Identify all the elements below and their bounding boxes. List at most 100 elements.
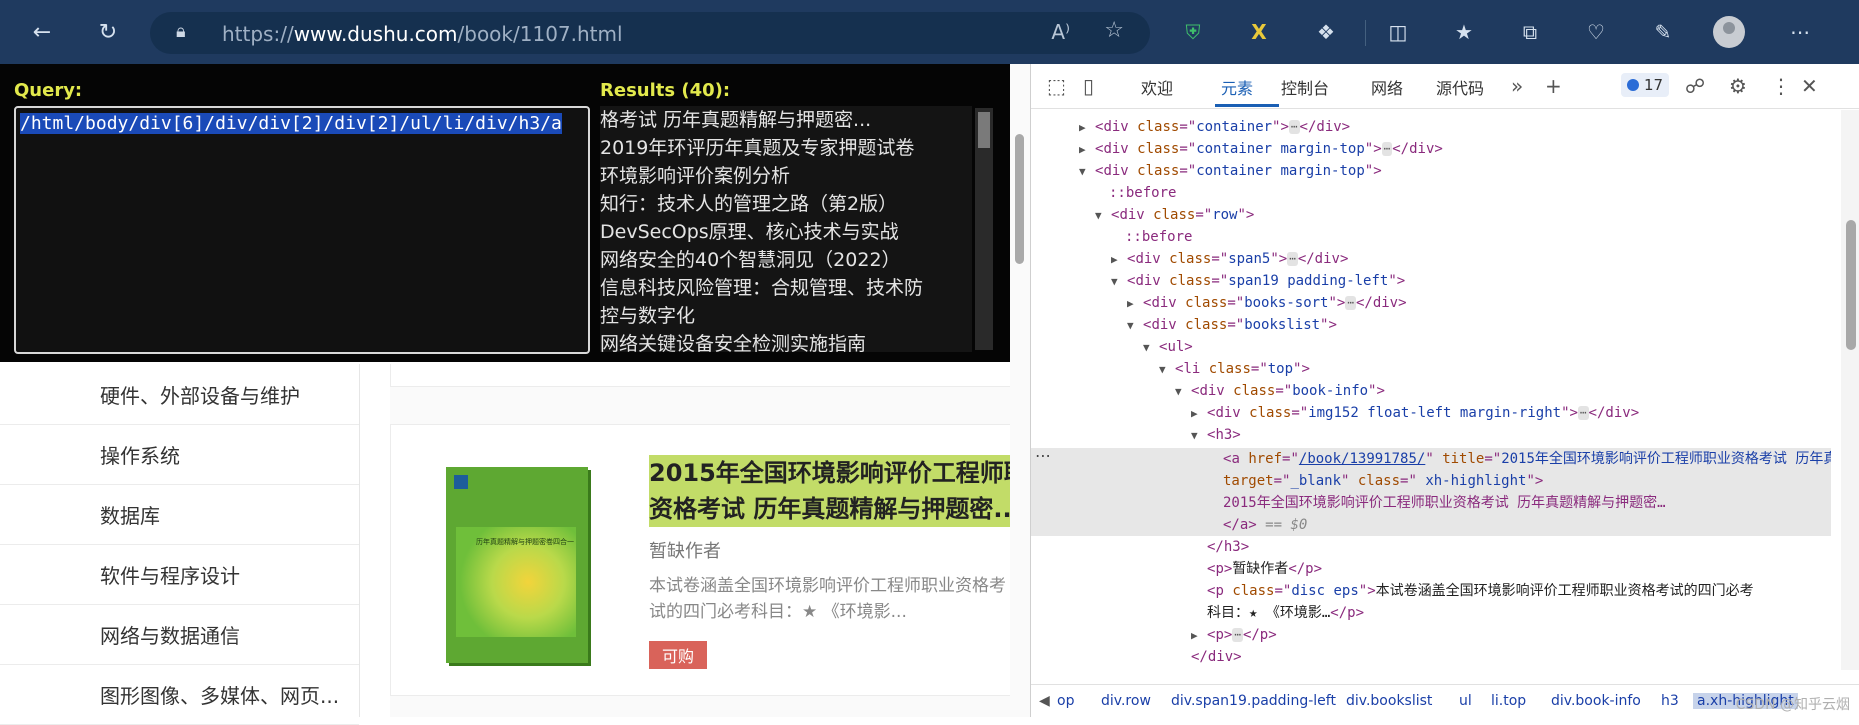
dom-node[interactable]: ▶ <div class="span5"> ⋯ </div>	[1031, 248, 1831, 270]
back-arrow-icon[interactable]: ←	[24, 14, 60, 50]
previous-card	[390, 364, 1012, 387]
address-bar[interactable]: 🔒︎ https://www.dushu.com/book/1107.html …	[150, 12, 1150, 54]
favorite-star-icon[interactable]: ☆	[1104, 18, 1124, 43]
health-icon[interactable]: ♡	[1578, 14, 1614, 50]
breadcrumb-item[interactable]: ul	[1459, 693, 1472, 709]
results-scrollbar[interactable]	[975, 108, 993, 350]
book-description: 本试卷涵盖全国环境影响评价工程师职业资格考试的四门必考科目：★ 《环境影...	[649, 576, 1006, 622]
inspect-element-icon[interactable]: ⬚	[1047, 74, 1066, 98]
tab-elements[interactable]: 元素	[1221, 75, 1253, 99]
book-cover-image[interactable]: 历年真题精解与押题密卷四合一	[446, 467, 588, 663]
sidebar-item-os[interactable]: 操作系统	[0, 424, 359, 485]
sidebar-item-graphics[interactable]: 图形图像、多媒体、网页...	[0, 664, 359, 725]
dom-node[interactable]: ▶ <div class="container"> ⋯ </div>	[1031, 116, 1831, 138]
selected-node-attrs[interactable]: target="_blank" class=" xh-highlight">	[1031, 470, 1831, 492]
dom-node[interactable]: ▼ <div class="container margin-top">	[1031, 160, 1831, 182]
dom-node[interactable]: ▼ <div class="book-info">	[1031, 380, 1831, 402]
xpath-helper-panel: Query: Results (40): /html/body/div[6]/d…	[0, 64, 1010, 362]
tab-console[interactable]: 控制台	[1281, 75, 1329, 99]
buy-badge[interactable]: 可购	[649, 641, 707, 669]
favorites-icon[interactable]: ★	[1446, 14, 1482, 50]
selected-node-close[interactable]: </a> == $0	[1031, 514, 1831, 536]
breadcrumb-item[interactable]: div.span19.padding-left	[1171, 693, 1336, 709]
dom-node[interactable]: ▼ <div class="span19 padding-left">	[1031, 270, 1831, 292]
results-scroll-thumb[interactable]	[978, 112, 990, 148]
puzzle-extensions-icon[interactable]: ❖	[1308, 14, 1344, 50]
sidebar-item-network[interactable]: 网络与数据通信	[0, 604, 359, 665]
dom-tree[interactable]: ▶ <div class="container"> ⋯ </div> ▶ <div cl…	[1031, 110, 1831, 670]
tab-welcome[interactable]: 欢迎	[1141, 75, 1173, 99]
read-aloud-icon[interactable]: A⁾	[1051, 20, 1070, 44]
refresh-icon[interactable]: ↻	[90, 14, 126, 50]
book-author: 暂缺作者	[649, 541, 721, 562]
breadcrumb-item[interactable]: div.book-info	[1551, 693, 1641, 709]
more-tabs-icon[interactable]: »	[1511, 74, 1523, 98]
toolbar-separator	[1365, 20, 1366, 46]
book-title-line1[interactable]: 2015年全国环境影响评价工程师职	[649, 455, 1011, 491]
settings-gear-icon[interactable]: ⚙	[1729, 74, 1747, 98]
more-options-icon[interactable]: ⋮	[1771, 74, 1791, 98]
query-textarea[interactable]: /html/body/div[6]/div/div[2]/div[2]/ul/l…	[14, 106, 590, 354]
close-devtools-icon[interactable]: ✕	[1801, 74, 1818, 98]
breadcrumb-scroll-left-icon[interactable]: ◀	[1039, 693, 1050, 709]
page-scroll-thumb[interactable]	[1015, 134, 1024, 264]
sidebar-item-hardware[interactable]: 硬件、外部设备与维护	[0, 364, 359, 425]
active-tab-indicator	[1215, 104, 1279, 107]
split-screen-icon[interactable]: ◫	[1380, 14, 1416, 50]
dom-node[interactable]: ▶ <div class="container margin-top"> ⋯ </di…	[1031, 138, 1831, 160]
dom-node-close[interactable]: </div>	[1031, 646, 1831, 668]
dom-node[interactable]: ▶ <div class="img152 float-left margin-ri…	[1031, 402, 1831, 424]
shield-extension-icon[interactable]: ⛨	[1175, 14, 1211, 50]
collections-icon[interactable]: ⧉	[1512, 14, 1548, 50]
result-item: 2019年环评历年真题及专家押题试卷	[600, 137, 915, 159]
dom-node[interactable]: ▼ <h3>	[1031, 424, 1831, 446]
dom-node[interactable]: ▼ <li class="top">	[1031, 358, 1831, 380]
dom-tree-scroll-thumb[interactable]	[1846, 220, 1856, 350]
result-item: 信息科技风险管理：合规管理、技术防	[600, 277, 924, 299]
breadcrumb-item[interactable]: div.row	[1101, 693, 1151, 709]
xpath-extension-icon[interactable]: X	[1241, 14, 1277, 50]
connect-icon[interactable]: ☍	[1685, 74, 1705, 98]
more-menu-icon[interactable]: ⋯	[1782, 14, 1818, 50]
dom-node[interactable]: ▶ <p> ⋯ </p>	[1031, 624, 1831, 646]
breadcrumb-item[interactable]: li.top	[1491, 693, 1526, 709]
sidebar-item-software[interactable]: 软件与程序设计	[0, 544, 359, 605]
page-scrollbar[interactable]	[1010, 64, 1030, 717]
sidebar-item-database[interactable]: 数据库	[0, 484, 359, 545]
add-tab-icon[interactable]: +	[1545, 74, 1562, 98]
results-list[interactable]: 格考试 历年真题精解与押题密... 2019年环评历年真题及专家押题试卷 环境影…	[600, 106, 972, 352]
issues-badge[interactable]: 17	[1621, 73, 1669, 97]
issues-count: 17	[1643, 76, 1664, 94]
book-card: 历年真题精解与押题密卷四合一 2015年全国环境影响评价工程师职 资格考试 历年…	[390, 424, 1012, 696]
sidebar-item-label: 软件与程序设计	[100, 564, 240, 588]
book-title-line2[interactable]: 资格考试 历年真题精解与押题密...	[649, 491, 1011, 527]
device-emulation-icon[interactable]: ▯	[1083, 74, 1094, 98]
selected-node-open[interactable]: <a href="/book/13991785/" title="2015年全国…	[1031, 448, 1831, 470]
result-item: 网络安全的40个智慧洞见（2022）	[600, 249, 901, 271]
edit-icon[interactable]: ✎	[1645, 14, 1681, 50]
address-url[interactable]: https://www.dushu.com/book/1107.html	[222, 22, 623, 46]
selected-node-text[interactable]: 2015年全国环境影响评价工程师职业资格考试 历年真题精解与押题密…	[1031, 492, 1831, 514]
lock-icon: 🔒︎	[176, 21, 186, 42]
tab-sources[interactable]: 源代码	[1436, 75, 1484, 99]
dom-pseudo[interactable]: ::before	[1031, 182, 1831, 204]
tab-network[interactable]: 网络	[1371, 75, 1403, 99]
devtools-tabbar: ⬚ ▯ 欢迎 元素 控制台 网络 源代码 » + 17 ☍ ⚙ ⋮ ✕	[1031, 64, 1859, 109]
browser-toolbar: ← ↻ 🔒︎ https://www.dushu.com/book/1107.h…	[0, 0, 1859, 64]
breadcrumb-item[interactable]: op	[1057, 693, 1074, 709]
breadcrumb-item[interactable]: div.bookslist	[1346, 693, 1432, 709]
dom-node[interactable]: <p class="disc eps">本试卷涵盖全国环境影响评价工程师职业资格…	[1031, 580, 1831, 602]
dom-node-text[interactable]: 科目：★ 《环境影…</p>	[1031, 602, 1831, 624]
dom-node-close[interactable]: </h3>	[1031, 536, 1831, 558]
query-text: /html/body/div[6]/div/div[2]/div[2]/ul/l…	[20, 113, 562, 134]
dom-node[interactable]: ▼ <div class="bookslist">	[1031, 314, 1831, 336]
dom-node[interactable]: <p>暂缺作者</p>	[1031, 558, 1831, 580]
dom-node[interactable]: ▼ <div class="row">	[1031, 204, 1831, 226]
breadcrumb-item[interactable]: h3	[1661, 693, 1679, 709]
dom-node[interactable]: ▼ <ul>	[1031, 336, 1831, 358]
dom-pseudo[interactable]: ::before	[1031, 226, 1831, 248]
dom-node[interactable]: ▶ <div class="books-sort"> ⋯ </div>	[1031, 292, 1831, 314]
profile-avatar[interactable]	[1713, 16, 1745, 48]
dom-tree-scrollbar[interactable]	[1841, 110, 1859, 670]
sidebar-item-label: 图形图像、多媒体、网页...	[100, 684, 340, 708]
